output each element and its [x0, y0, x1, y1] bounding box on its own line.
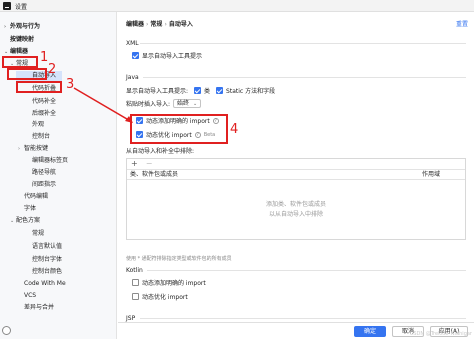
watermark: CSDN @Trekkle_Nidhigar: [409, 331, 472, 337]
annotation-arrow: [73, 87, 133, 123]
